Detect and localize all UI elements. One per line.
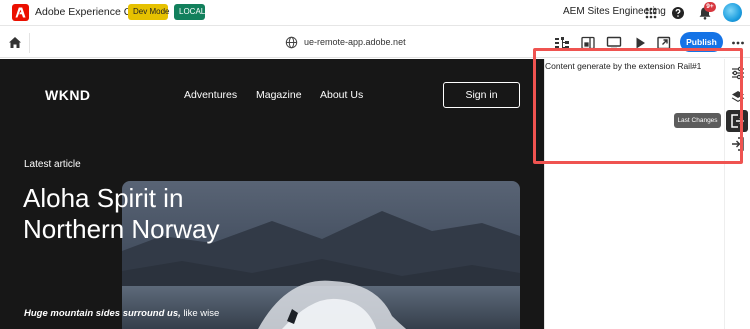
rail-content-text: Content generate by the extension Rail#1 xyxy=(545,61,702,71)
nav-adventures[interactable]: Adventures xyxy=(184,89,237,101)
apps-grid-icon[interactable] xyxy=(642,4,660,22)
site-preview[interactable]: WKND Adventures Magazine About Us Sign i… xyxy=(0,59,544,329)
notification-count-badge: 9+ xyxy=(704,2,716,12)
more-icon[interactable] xyxy=(731,36,745,50)
desktop-icon[interactable] xyxy=(606,35,622,51)
home-icon[interactable] xyxy=(6,34,24,52)
sliders-icon[interactable] xyxy=(729,64,747,82)
layers-icon[interactable] xyxy=(729,88,747,106)
extension-rail-panel xyxy=(544,59,724,329)
dev-mode-badge: Dev Mode xyxy=(128,4,169,20)
url-field[interactable]: ue-remote-app.adobe.net xyxy=(304,37,406,47)
teaser-rest: like wise xyxy=(180,308,220,319)
wknd-logo[interactable]: WKND xyxy=(45,87,91,103)
nav-about-us[interactable]: About Us xyxy=(320,89,363,101)
content-tree-icon[interactable] xyxy=(554,35,570,51)
sign-out-icon[interactable] xyxy=(726,110,748,132)
open-external-icon[interactable] xyxy=(656,35,672,51)
article-teaser: Huge mountain sides surround us, like wi… xyxy=(24,308,219,319)
article-title[interactable]: Aloha Spirit in Northern Norway xyxy=(23,183,223,245)
latest-article-label: Latest article xyxy=(24,159,81,170)
help-icon[interactable] xyxy=(669,4,687,22)
toolbar-divider xyxy=(29,33,30,53)
local-badge: LOCAL xyxy=(174,4,205,20)
preview-play-icon[interactable] xyxy=(632,35,648,51)
sign-in-button[interactable]: Sign in xyxy=(443,82,520,108)
adobe-logo-icon[interactable] xyxy=(12,4,29,21)
avatar[interactable] xyxy=(723,3,742,22)
shell-header: Adobe Experience Cloud Dev Mode LOCAL AE… xyxy=(0,0,750,26)
publish-button[interactable]: Publish xyxy=(680,32,723,52)
teaser-bold: Huge mountain sides surround us, xyxy=(24,308,181,319)
nav-magazine[interactable]: Magazine xyxy=(256,89,302,101)
globe-icon xyxy=(285,36,298,49)
last-changes-tooltip: Last Changes xyxy=(674,113,721,128)
sign-in-icon[interactable] xyxy=(729,135,747,153)
editor-toolbar: ue-remote-app.adobe.net Publish xyxy=(0,27,750,58)
properties-icon[interactable] xyxy=(580,35,596,51)
